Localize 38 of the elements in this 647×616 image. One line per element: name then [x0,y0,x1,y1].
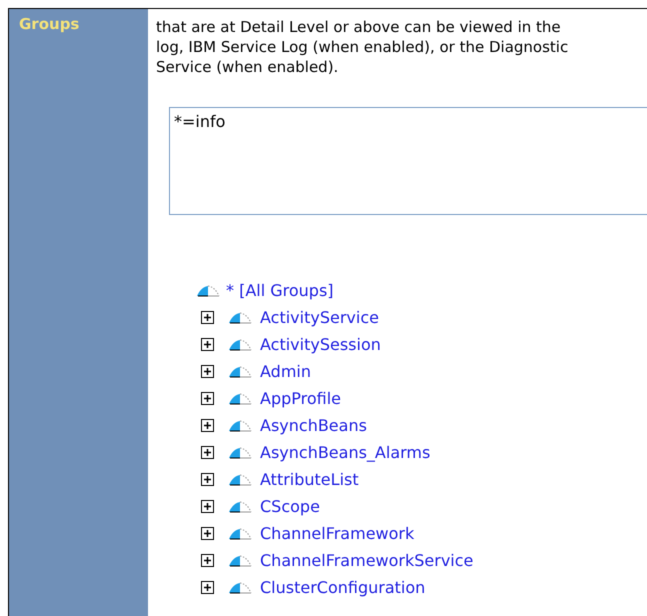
tree-item-link[interactable]: ChannelFrameworkService [260,548,474,572]
tree-item-link[interactable]: ClusterConfiguration [260,576,426,600]
sidebar-title: Groups [19,15,80,33]
gauge-icon [228,312,252,324]
expand-icon[interactable] [201,446,214,459]
expand-icon[interactable] [201,365,214,378]
gauge-icon [228,554,252,566]
expand-icon[interactable] [201,419,214,432]
tree-item-link[interactable]: Admin [260,360,311,384]
gauge-icon [228,446,252,458]
tree-item-link[interactable]: AsynchBeans_Alarms [260,440,430,464]
gauge-icon [228,366,252,378]
expand-icon[interactable] [201,581,214,594]
expand-icon[interactable] [201,527,214,540]
tree-item-link[interactable]: * [All Groups] [226,278,334,302]
gauge-icon [228,528,252,540]
gauge-icon [228,338,252,350]
tree-item-link[interactable]: ActivitySession [260,332,381,356]
expand-icon[interactable] [201,338,214,351]
tree-item-link[interactable]: AppProfile [260,386,342,410]
expand-icon[interactable] [201,554,214,567]
tree-item-link[interactable]: ChannelFramework [260,522,414,546]
expand-icon[interactable] [201,473,214,486]
expand-icon[interactable] [201,392,214,405]
gauge-icon [228,500,252,512]
tree-item-link[interactable]: ActivityService [260,306,379,330]
description-text: that are at Detail Level or above can be viewed in the log, IBM Service Log (when enabled), or the Diagnostic Service (when enabled). [156,17,570,77]
gauge-icon [228,474,252,486]
expand-icon[interactable] [201,500,214,513]
gauge-icon [196,284,220,296]
gauge-icon [228,392,252,404]
trace-spec-field[interactable]: *=info [169,107,647,215]
gauge-icon [228,582,252,594]
expand-icon[interactable] [201,311,214,324]
tree-item-link[interactable]: AttributeList [260,468,359,492]
tree-item-link[interactable]: CScope [260,494,320,518]
tree-item-link[interactable]: AsynchBeans [260,414,367,438]
gauge-icon [228,420,252,432]
